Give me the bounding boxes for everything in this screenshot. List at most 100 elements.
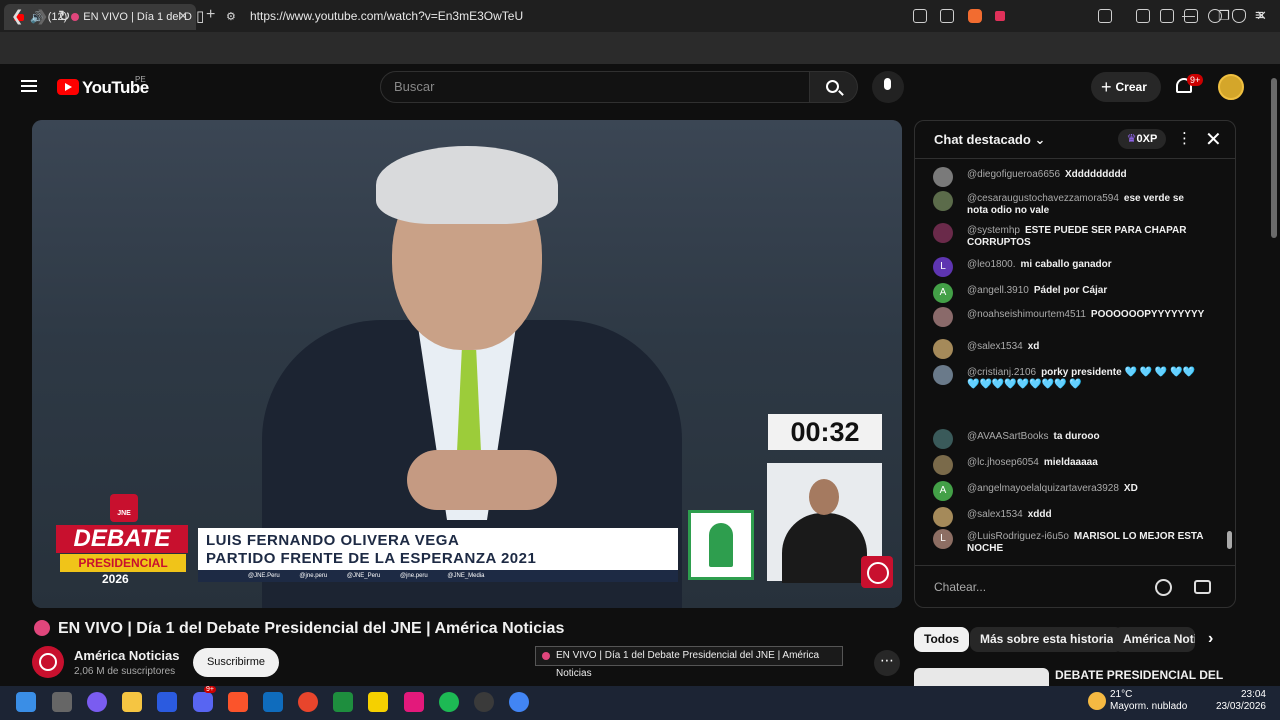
- sticky-notes-icon[interactable]: [368, 692, 388, 712]
- chat-close-icon[interactable]: ✕: [1205, 127, 1222, 152]
- page-scroll-thumb[interactable]: [1271, 78, 1277, 238]
- search-button[interactable]: [810, 71, 858, 103]
- sidebar-icon[interactable]: [1160, 9, 1174, 23]
- youtube-logo-icon[interactable]: [57, 79, 79, 95]
- brave-shield-icon[interactable]: [968, 9, 982, 23]
- chat-username[interactable]: @systemhp: [967, 225, 1020, 236]
- voice-search-icon[interactable]: [872, 71, 904, 103]
- chat-username[interactable]: @cesaraugustochavezzamora594: [967, 193, 1119, 204]
- channel-avatar[interactable]: [32, 646, 64, 678]
- page-scrollbar[interactable]: [1268, 66, 1280, 686]
- weather-icon[interactable]: [1088, 692, 1106, 710]
- chat-avatar[interactable]: [933, 339, 953, 359]
- cast-icon[interactable]: [913, 9, 927, 23]
- chip-channel[interactable]: América Noti: [1113, 627, 1195, 652]
- leo-ai-icon[interactable]: [1208, 9, 1222, 23]
- video-player[interactable]: 00:32 JNE DEBATE PRESIDENCIAL 2026 LUIS …: [32, 120, 902, 608]
- subscribe-button[interactable]: Suscribirme: [193, 648, 279, 677]
- search-icon: [826, 80, 839, 93]
- chat-username[interactable]: @lc.jhosep6054: [967, 457, 1039, 468]
- chat-avatar[interactable]: L: [933, 529, 953, 549]
- chat-avatar[interactable]: [933, 167, 953, 187]
- chat-mode-selector[interactable]: Chat destacado ⌄: [934, 132, 1045, 148]
- chat-scroll-thumb[interactable]: [1227, 531, 1232, 549]
- chat-avatar[interactable]: [933, 365, 953, 385]
- chat-input[interactable]: Chatear...: [934, 572, 1154, 602]
- url-field[interactable]: https://www.youtube.com/watch?v=En3mE3Ow…: [250, 9, 523, 23]
- live-dot-icon: [71, 13, 80, 21]
- chat-avatar[interactable]: [933, 429, 953, 449]
- recommended-title[interactable]: DEBATE PRESIDENCIAL DEL: [1055, 668, 1223, 682]
- chat-avatar[interactable]: A: [933, 481, 953, 501]
- chat-username[interactable]: @salex1534: [967, 341, 1023, 352]
- tab-close-icon[interactable]: ✕: [178, 9, 188, 23]
- account-avatar[interactable]: [1218, 74, 1244, 100]
- chat-options-icon[interactable]: ⋮: [1177, 129, 1192, 147]
- emoji-icon[interactable]: [1155, 579, 1172, 596]
- media-icon[interactable]: [1136, 9, 1150, 23]
- reader-icon[interactable]: [1098, 9, 1112, 23]
- vpn-icon[interactable]: [1232, 9, 1246, 23]
- search-input[interactable]: Buscar: [380, 71, 810, 103]
- chrome-icon[interactable]: [509, 692, 529, 712]
- chat-username[interactable]: @LuisRodriguez-i6u5o: [967, 531, 1069, 542]
- create-button[interactable]: + Crear: [1091, 72, 1161, 102]
- excel-icon[interactable]: [333, 692, 353, 712]
- xp-badge[interactable]: ♛0XP: [1118, 129, 1166, 149]
- task-view-icon[interactable]: [52, 692, 72, 712]
- tiktok-icon[interactable]: [404, 692, 424, 712]
- chat-username[interactable]: @angelmayoelalquizartavera3928: [967, 483, 1119, 494]
- bookmark-icon[interactable]: ▯: [196, 7, 204, 25]
- debate-year: 2026: [102, 572, 129, 586]
- chat-avatar[interactable]: [933, 507, 953, 527]
- forward-icon[interactable]: ❯: [36, 7, 49, 25]
- chat-username[interactable]: @cristianj.2106: [967, 367, 1036, 378]
- weather-condition: Mayorm. nublado: [1110, 701, 1188, 712]
- chat-avatar[interactable]: [933, 191, 953, 211]
- chat-avatar[interactable]: [933, 307, 953, 327]
- discord-icon[interactable]: [193, 692, 213, 712]
- rewards-icon[interactable]: [995, 11, 1005, 21]
- file-explorer-icon[interactable]: [122, 692, 142, 712]
- chat-username[interactable]: @diegofigueroa6656: [967, 169, 1060, 180]
- powerpoint-icon[interactable]: [298, 692, 318, 712]
- spotify-icon[interactable]: [439, 692, 459, 712]
- chat-body: Xddddddddd: [1065, 169, 1127, 180]
- wallet-icon[interactable]: [1184, 9, 1198, 23]
- chat-avatar[interactable]: [933, 455, 953, 475]
- chat-scrollbar[interactable]: [1225, 161, 1233, 561]
- site-settings-icon[interactable]: ⚙: [226, 10, 236, 23]
- word-icon[interactable]: [263, 692, 283, 712]
- new-tab-icon[interactable]: +: [206, 6, 215, 24]
- hamburger-menu-icon[interactable]: [21, 80, 37, 92]
- chevron-down-icon: ⌄: [1034, 132, 1046, 147]
- chat-avatar[interactable]: L: [933, 257, 953, 277]
- browser-tab[interactable]: 🔊 (12) EN VIVO | Día 1 del D ✕: [4, 4, 196, 30]
- recommended-thumbnail[interactable]: [914, 668, 1049, 688]
- system-clock[interactable]: 23:04 23/03/2026: [1214, 689, 1266, 713]
- more-actions-button[interactable]: ⋯: [874, 650, 900, 676]
- chat-username[interactable]: @angell.3910: [967, 285, 1029, 296]
- chat-avatar[interactable]: [933, 223, 953, 243]
- chat-username[interactable]: @leo1800.: [967, 259, 1016, 270]
- teams-icon[interactable]: [157, 692, 177, 712]
- chat-message-text: @angelmayoelalquizartavera3928 XD: [967, 483, 1205, 495]
- weather-widget[interactable]: 21°C Mayorm. nublado: [1110, 689, 1187, 713]
- chip-more-story[interactable]: Más sobre esta historia: [970, 627, 1124, 652]
- chat-username[interactable]: @AVAASartBooks: [967, 431, 1048, 442]
- chevron-right-icon[interactable]: ›: [1208, 630, 1213, 648]
- chip-all[interactable]: Todos: [914, 627, 970, 652]
- back-icon[interactable]: ❮: [11, 7, 24, 25]
- share-icon[interactable]: [940, 9, 954, 23]
- chat-username[interactable]: @noahseishimourtem4511: [967, 309, 1086, 320]
- brave-icon[interactable]: [228, 692, 248, 712]
- reload-icon[interactable]: ↻: [58, 7, 71, 25]
- copilot-icon[interactable]: [87, 692, 107, 712]
- chat-username[interactable]: @salex1534: [967, 509, 1023, 520]
- windows-start-icon[interactable]: [16, 692, 36, 712]
- super-chat-icon[interactable]: [1194, 580, 1211, 594]
- github-icon[interactable]: [474, 692, 494, 712]
- chat-avatar[interactable]: A: [933, 283, 953, 303]
- channel-name[interactable]: América Noticias: [74, 648, 180, 663]
- menu-icon[interactable]: ≡: [1255, 7, 1264, 24]
